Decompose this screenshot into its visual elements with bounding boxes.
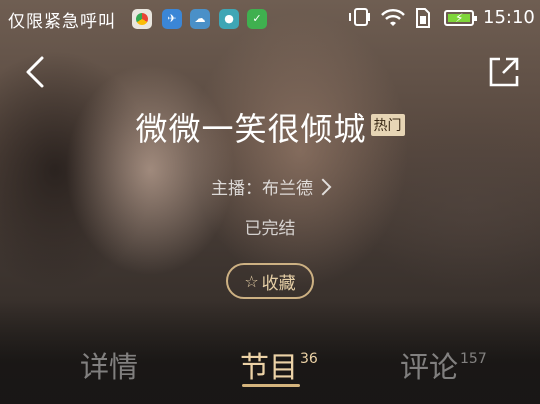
star-icon: ☆ [244, 271, 259, 291]
tab-comments-count: 157 [460, 351, 487, 367]
vibrate-icon [349, 8, 370, 26]
active-tab-indicator [242, 384, 300, 387]
completion-status: 已完结 [244, 219, 296, 239]
tab-bar: 详情 节目 36 评论 157 [0, 340, 540, 404]
chat-icon: ● [219, 9, 239, 29]
tab-details-label: 详情 [80, 350, 139, 384]
tab-programs-label: 节目 [240, 350, 299, 384]
wifi-icon [381, 9, 405, 26]
title-row: 微微一笑很倾城 热门 [0, 104, 540, 150]
host-label: 主播：布兰德 [211, 179, 313, 199]
tab-comments-label: 评论 [400, 350, 459, 384]
clock: 15:10 [483, 7, 535, 28]
collect-label: 收藏 [261, 273, 296, 294]
battery-icon: ⚡ [444, 10, 477, 26]
collect-button[interactable]: ☆ 收藏 [226, 263, 314, 299]
tab-programs-count: 36 [300, 351, 318, 367]
sim-icon [416, 8, 430, 28]
host-link[interactable]: 主播：布兰德 [0, 174, 540, 199]
wechat-icon: ✓ [247, 9, 267, 29]
browser-icon [132, 9, 152, 29]
share-icon[interactable] [486, 54, 522, 90]
page-title: 微微一笑很倾城 [135, 110, 367, 148]
back-icon[interactable] [18, 52, 54, 92]
cloud-icon: ☁ [190, 9, 210, 29]
chevron-right-icon [314, 178, 332, 196]
tab-details[interactable]: 详情 [80, 344, 138, 386]
emergency-only-text: 仅限紧急呼叫 [8, 12, 116, 32]
app-icon: ✈ [162, 9, 182, 29]
hot-badge: 热门 [370, 114, 405, 136]
status-bar: 仅限紧急呼叫 ✈ ☁ ● ✓ ⚡ 15:10 [0, 0, 540, 36]
tab-programs[interactable]: 节目 36 [240, 344, 318, 386]
tab-comments[interactable]: 评论 157 [400, 344, 487, 386]
